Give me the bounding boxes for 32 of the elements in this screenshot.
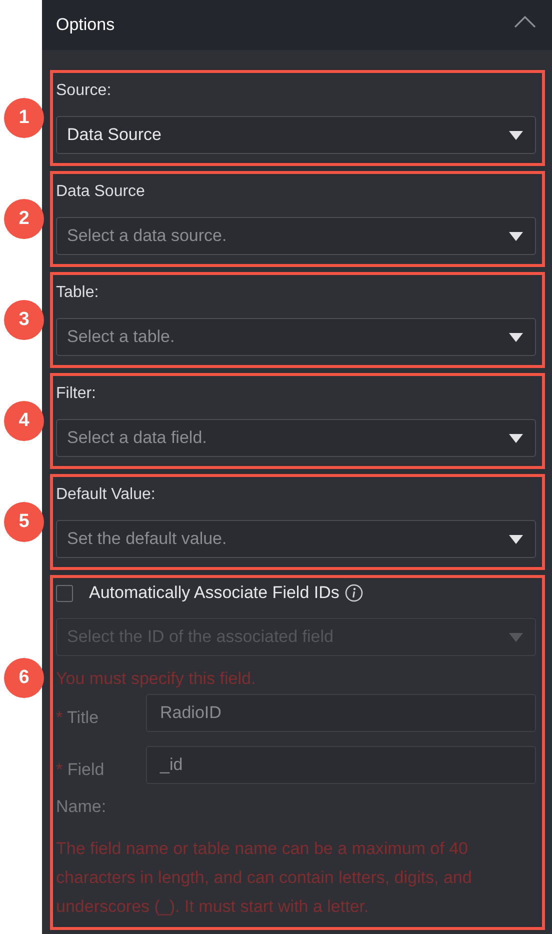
caret-icon <box>509 632 523 642</box>
field-label: * Title <box>56 707 100 728</box>
info-icon[interactable] <box>345 584 364 602</box>
caret-icon <box>509 332 523 342</box>
step-number: 5 <box>4 502 44 542</box>
step-number: 2 <box>4 199 44 239</box>
field-label: Name: <box>56 796 108 818</box>
step-number: 3 <box>4 300 44 340</box>
field-label: Table: <box>56 283 100 303</box>
field-label: Default Value: <box>56 485 156 505</box>
field-label: * Field <box>56 759 106 780</box>
field-label: Source: <box>56 81 112 101</box>
step-number: 1 <box>4 98 44 138</box>
dropdown-field[interactable]: Set the default value. <box>56 520 536 558</box>
collapse-chevron-icon[interactable] <box>514 16 536 28</box>
dropdown-field[interactable]: Data Source <box>56 116 536 154</box>
field-label: Filter: <box>56 384 97 404</box>
caret-icon <box>509 434 523 442</box>
checkbox[interactable] <box>56 584 73 602</box>
panel-title: Options <box>56 15 115 35</box>
dropdown-field[interactable]: Select a data field. <box>56 419 536 457</box>
caret-icon <box>509 232 523 240</box>
caret-icon <box>509 130 523 140</box>
checkbox-label[interactable]: Automatically Associate Field IDs <box>89 583 340 603</box>
step-number: 6 <box>4 658 44 698</box>
dropdown-field[interactable]: Select a table. <box>56 318 536 356</box>
caret-icon <box>509 534 523 544</box>
error-message: You must specify this field. <box>56 668 257 690</box>
dropdown-field[interactable]: Select a data source. <box>56 217 536 255</box>
validation-note: The field name or table name can be a maximum of 40 characters in length, and can contain letters, digits, and underscores (_). It must start with a letter. <box>56 838 473 918</box>
step-number: 4 <box>4 401 44 441</box>
field-label: Data Source <box>56 182 146 202</box>
